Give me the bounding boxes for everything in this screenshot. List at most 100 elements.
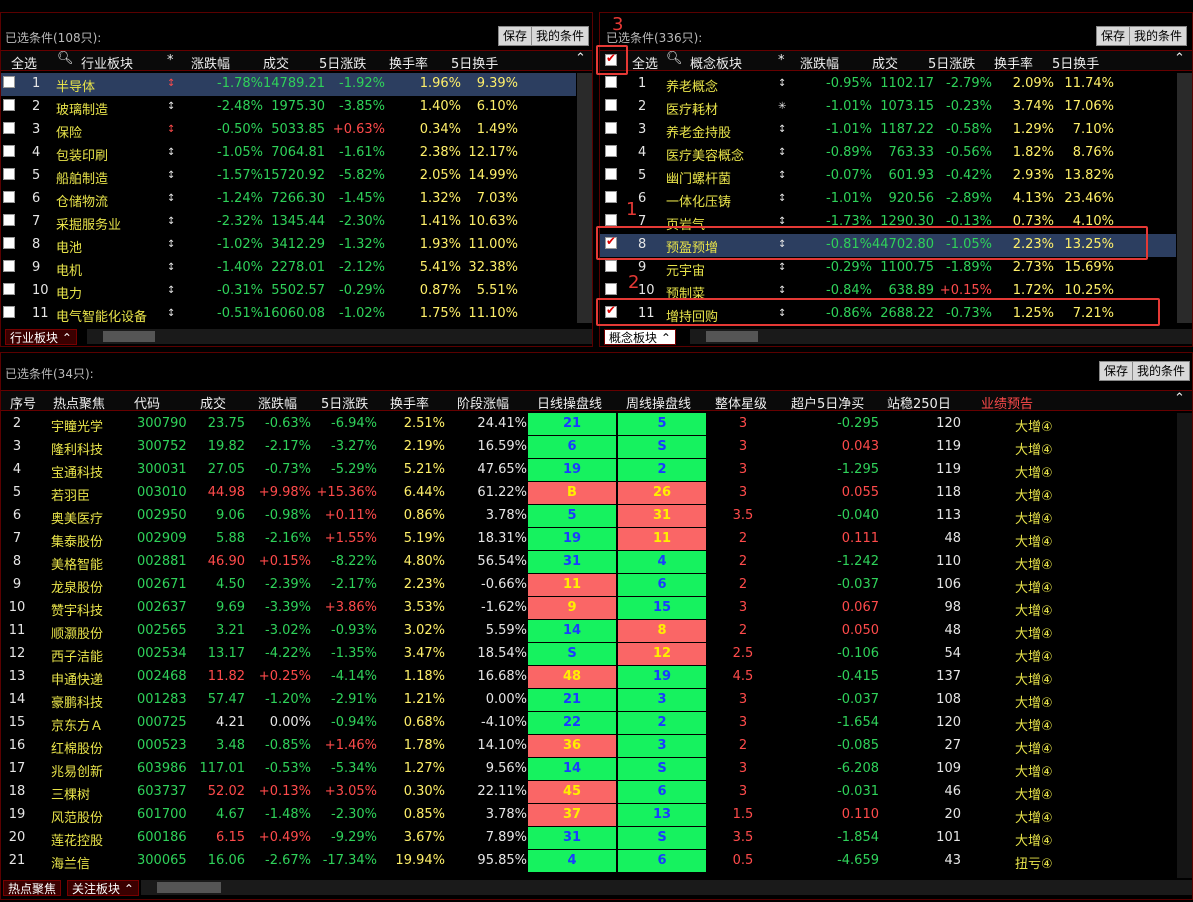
table-row[interactable]: 1 养老概念 ↕ -0.95% 1102.17 -2.79% 2.09% 11.74%: [600, 73, 1176, 96]
col-code[interactable]: 代码: [134, 393, 160, 412]
col-change[interactable]: 涨跌幅: [258, 393, 297, 412]
col-daily-line[interactable]: 日线操盘线: [537, 393, 602, 412]
table-row[interactable]: 4 医疗美容概念 ↕ -0.89% 763.33 -0.56% 1.82% 8.76%: [600, 142, 1176, 165]
horizontal-scrollbar[interactable]: [141, 880, 1192, 895]
vertical-scrollbar[interactable]: [1177, 413, 1192, 878]
row-checkbox[interactable]: [3, 168, 15, 180]
row-checkbox[interactable]: [3, 99, 15, 111]
table-row[interactable]: 5 幽门螺杆菌 ↕ -0.07% 601.93 -0.42% 2.93% 13.82%: [600, 165, 1176, 188]
tab-concept[interactable]: 概念板块 ⌃: [604, 329, 676, 345]
col-5d-change[interactable]: 5日涨跌: [928, 53, 975, 72]
table-row[interactable]: 7 集泰股份 002909 5.88 -2.16% +1.55% 5.19% 18.31% 19…: [1, 528, 1177, 551]
col-volume[interactable]: 成交: [872, 53, 898, 72]
row-checkbox[interactable]: [3, 214, 15, 226]
col-5d-change[interactable]: 5日涨跌: [319, 53, 366, 72]
tab-hot-focus[interactable]: 热点聚焦: [3, 880, 62, 896]
col-star-rating[interactable]: 整体星级: [715, 393, 767, 412]
tab-industry[interactable]: 行业板块 ⌃: [5, 329, 77, 345]
table-row[interactable]: 10 赞宇科技 002637 9.69 -3.39% +3.86% 3.53% -1.62% 9…: [1, 597, 1177, 620]
table-row[interactable]: 9 元宇宙 ↕ -0.29% 1100.75 -1.89% 2.73% 15.69%: [600, 257, 1176, 280]
collapse-icon[interactable]: ⌃: [1174, 51, 1185, 66]
row-checkbox[interactable]: [3, 122, 15, 134]
table-row[interactable]: 17 兆易创新 603986 117.01 -0.53% -5.34% 1.27% 9.56%…: [1, 758, 1177, 781]
table-row[interactable]: 4 宝通科技 300031 27.05 -0.73% -5.29% 5.21% 47.65% 1…: [1, 459, 1177, 482]
my-conditions-button[interactable]: 我的条件: [1132, 361, 1191, 381]
select-all[interactable]: 全选: [632, 53, 658, 72]
row-checkbox[interactable]: [605, 191, 617, 203]
col-period-change[interactable]: 阶段涨幅: [457, 393, 509, 412]
col-name[interactable]: 行业板块: [81, 53, 133, 72]
col-turnover[interactable]: 换手率: [390, 393, 429, 412]
col-turnover[interactable]: 换手率: [389, 53, 428, 72]
table-row[interactable]: 1 半导体 ↕ -1.78% 14789.21 -1.92% 1.96% 9.39%: [1, 73, 576, 96]
table-row[interactable]: 2 宇瞳光学 300790 23.75 -0.63% -6.94% 2.51% 24.41% 2…: [1, 413, 1177, 436]
table-row[interactable]: 10 电力 ↕ -0.31% 5502.57 -0.29% 0.87% 5.51%: [1, 280, 576, 303]
col-weekly-line[interactable]: 周线操盘线: [626, 393, 691, 412]
table-row[interactable]: 21 海兰信 300065 16.06 -2.67% -17.34% 19.94% 95.85…: [1, 850, 1177, 873]
table-row[interactable]: 6 奥美医疗 002950 9.06 -0.98% +0.11% 0.86% 3.78% 5 31…: [1, 505, 1177, 528]
col-name[interactable]: 概念板块: [690, 53, 742, 72]
table-row[interactable]: 8 电池 ↕ -1.02% 3412.29 -1.32% 1.93% 11.00%: [1, 234, 576, 257]
row-checkbox[interactable]: [3, 283, 15, 295]
row-checkbox[interactable]: [605, 214, 617, 226]
table-row[interactable]: 9 电机 ↕ -1.40% 2278.01 -2.12% 5.41% 32.38%: [1, 257, 576, 280]
row-checkbox[interactable]: [605, 76, 617, 88]
table-row[interactable]: 18 三棵树 603737 52.02 +0.13% +3.05% 0.30% 22.11% 4…: [1, 781, 1177, 804]
table-row[interactable]: 7 采掘服务业 ↕ -2.32% 1345.44 -2.30% 1.41% 10.63%: [1, 211, 576, 234]
save-button[interactable]: 保存: [498, 26, 533, 46]
select-all[interactable]: 全选: [11, 53, 37, 72]
collapse-icon[interactable]: ⌃: [575, 51, 586, 66]
row-checkbox[interactable]: [605, 168, 617, 180]
col-star[interactable]: *: [167, 53, 174, 68]
table-row[interactable]: 11 电气智能化设备 ↕ -0.51% 16060.08 -1.02% 1.75% 11.10…: [1, 303, 576, 326]
table-row[interactable]: 15 京东方Ａ 000725 4.21 0.00% -0.94% 0.68% -4.10% 22…: [1, 712, 1177, 735]
horizontal-scrollbar[interactable]: [87, 329, 592, 344]
table-row[interactable]: 13 申通快递 002468 11.82 +0.25% -4.14% 1.18% 16.68%…: [1, 666, 1177, 689]
col-star[interactable]: *: [778, 53, 785, 68]
table-row[interactable]: 3 隆利科技 300752 19.82 -2.17% -3.27% 2.19% 16.59% 6…: [1, 436, 1177, 459]
horizontal-scrollbar[interactable]: [690, 329, 1192, 344]
row-checkbox[interactable]: [3, 306, 15, 318]
col-change[interactable]: 涨跌幅: [800, 53, 839, 72]
col-5d-turnover[interactable]: 5日换手: [1052, 53, 1099, 72]
save-button[interactable]: 保存: [1096, 26, 1131, 46]
vertical-scrollbar[interactable]: [577, 73, 592, 323]
row-checkbox[interactable]: [3, 76, 15, 88]
table-row[interactable]: 6 一体化压铸 ↕ -1.01% 920.56 -2.89% 4.13% 23.46%: [600, 188, 1176, 211]
my-conditions-button[interactable]: 我的条件: [1129, 26, 1188, 46]
table-row[interactable]: 6 仓储物流 ↕ -1.24% 7266.30 -1.45% 1.32% 7.03%: [1, 188, 576, 211]
table-row[interactable]: 9 龙泉股份 002671 4.50 -2.39% -2.17% 2.23% -0.66% 11…: [1, 574, 1177, 597]
row-checkbox[interactable]: [605, 260, 617, 272]
col-5d-turnover[interactable]: 5日换手: [451, 53, 498, 72]
col-big-buy[interactable]: 超户5日净买: [791, 393, 864, 412]
table-row[interactable]: 3 保险 ↕ -0.50% 5033.85 +0.63% 0.34% 1.49%: [1, 119, 576, 142]
table-row[interactable]: 12 西子洁能 002534 13.17 -4.22% -1.35% 3.47% 18.54%…: [1, 643, 1177, 666]
row-checkbox[interactable]: [605, 122, 617, 134]
row-checkbox[interactable]: [3, 237, 15, 249]
table-row[interactable]: 16 红棉股份 000523 3.48 -0.85% +1.46% 1.78% 14.10% 3…: [1, 735, 1177, 758]
table-row[interactable]: 19 风范股份 601700 4.67 -1.48% -2.30% 0.85% 3.78% 37…: [1, 804, 1177, 827]
col-volume[interactable]: 成交: [263, 53, 289, 72]
table-row[interactable]: 14 豪鹏科技 001283 57.47 -1.20% -2.91% 1.21% 0.00% 2…: [1, 689, 1177, 712]
row-checkbox[interactable]: [3, 260, 15, 272]
table-row[interactable]: 20 莲花控股 600186 6.15 +0.49% -9.29% 3.67% 7.89% 31…: [1, 827, 1177, 850]
table-row[interactable]: 5 若羽臣 003010 44.98 +9.98% +15.36% 6.44% 61.22% B…: [1, 482, 1177, 505]
my-conditions-button[interactable]: 我的条件: [531, 26, 590, 46]
table-row[interactable]: 2 医疗耗材 ✳ -1.01% 1073.15 -0.23% 3.74% 17.06%: [600, 96, 1176, 119]
col-volume[interactable]: 成交: [200, 393, 226, 412]
col-5d-change[interactable]: 5日涨跌: [321, 393, 368, 412]
col-turnover[interactable]: 换手率: [994, 53, 1033, 72]
table-row[interactable]: 4 包装印刷 ↕ -1.05% 7064.81 -1.61% 2.38% 12.17%: [1, 142, 576, 165]
save-button[interactable]: 保存: [1099, 361, 1134, 381]
search-icon[interactable]: 🔍︎: [666, 51, 683, 66]
collapse-icon[interactable]: ⌃: [1174, 391, 1185, 406]
col-change[interactable]: 涨跌幅: [191, 53, 230, 72]
row-checkbox[interactable]: [3, 191, 15, 203]
table-row[interactable]: 8 美格智能 002881 46.90 +0.15% -8.22% 4.80% 56.54% 3…: [1, 551, 1177, 574]
table-row[interactable]: 11 顺灏股份 002565 3.21 -3.02% -0.93% 3.02% 5.59% 14…: [1, 620, 1177, 643]
row-checkbox[interactable]: [605, 145, 617, 157]
table-row[interactable]: 2 玻璃制造 ↕ -2.48% 1975.30 -3.85% 1.40% 6.10%: [1, 96, 576, 119]
col-forecast[interactable]: 业绩预告: [981, 393, 1033, 412]
table-row[interactable]: 3 养老金持股 ↕ -1.01% 1187.22 -0.58% 1.29% 7.10%: [600, 119, 1176, 142]
tab-watch-sectors[interactable]: 关注板块 ⌃: [67, 880, 139, 896]
